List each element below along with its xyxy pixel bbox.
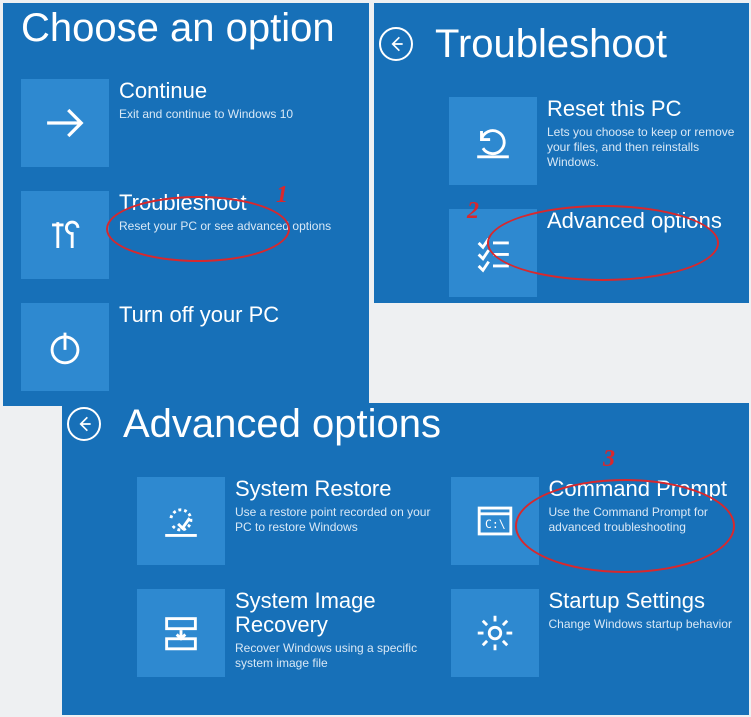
back-button[interactable] xyxy=(67,407,101,441)
screen-advanced-options: Advanced options System Restore Use a re… xyxy=(62,403,749,715)
reset-pc-icon xyxy=(449,97,537,185)
svg-text:C:\: C:\ xyxy=(484,517,505,531)
tile-startup-settings[interactable]: Startup Settings Change Windows startup … xyxy=(451,589,745,677)
tile-title: Startup Settings xyxy=(549,589,732,613)
tile-reset-this-pc[interactable]: Reset this PC Lets you choose to keep or… xyxy=(449,97,744,185)
tile-title: System Image Recovery xyxy=(235,589,431,637)
tools-icon xyxy=(21,191,109,279)
tile-continue[interactable]: Continue Exit and continue to Windows 10 xyxy=(21,79,353,167)
tile-title: System Restore xyxy=(235,477,431,501)
power-icon xyxy=(21,303,109,391)
tile-title: Continue xyxy=(119,79,293,103)
screen-troubleshoot: Troubleshoot Reset this PC Lets you choo… xyxy=(374,3,749,303)
command-prompt-icon: C:\ xyxy=(451,477,539,565)
restore-icon xyxy=(137,477,225,565)
page-title: Advanced options xyxy=(123,403,441,445)
back-button[interactable] xyxy=(379,27,413,61)
tile-desc: Lets you choose to keep or remove your f… xyxy=(547,125,744,170)
tile-title: Reset this PC xyxy=(547,97,744,121)
tile-desc: Exit and continue to Windows 10 xyxy=(119,107,293,122)
tile-system-restore[interactable]: System Restore Use a restore point recor… xyxy=(137,477,431,565)
tile-desc: Reset your PC or see advanced options xyxy=(119,219,331,234)
tile-troubleshoot[interactable]: Troubleshoot Reset your PC or see advanc… xyxy=(21,191,353,279)
page-title: Troubleshoot xyxy=(435,23,667,65)
arrow-right-icon xyxy=(21,79,109,167)
tile-title: Command Prompt xyxy=(549,477,745,501)
tile-title: Turn off your PC xyxy=(119,303,279,327)
tile-desc: Use a restore point recorded on your PC … xyxy=(235,505,431,535)
tile-desc: Change Windows startup behavior xyxy=(549,617,732,632)
image-recovery-icon xyxy=(137,589,225,677)
tile-desc: Recover Windows using a specific system … xyxy=(235,641,431,671)
tile-title: Troubleshoot xyxy=(119,191,331,215)
tile-desc: Use the Command Prompt for advanced trou… xyxy=(549,505,745,535)
tile-turn-off-pc[interactable]: Turn off your PC xyxy=(21,303,353,391)
tile-advanced-options[interactable]: Advanced options xyxy=(449,209,744,297)
page-title: Choose an option xyxy=(21,7,353,49)
gear-icon xyxy=(451,589,539,677)
tile-command-prompt[interactable]: C:\ Command Prompt Use the Command Promp… xyxy=(451,477,745,565)
screen-choose-an-option: Choose an option Continue Exit and conti… xyxy=(3,3,369,406)
checklist-icon xyxy=(449,209,537,297)
tile-title: Advanced options xyxy=(547,209,722,233)
tile-system-image-recovery[interactable]: System Image Recovery Recover Windows us… xyxy=(137,589,431,677)
